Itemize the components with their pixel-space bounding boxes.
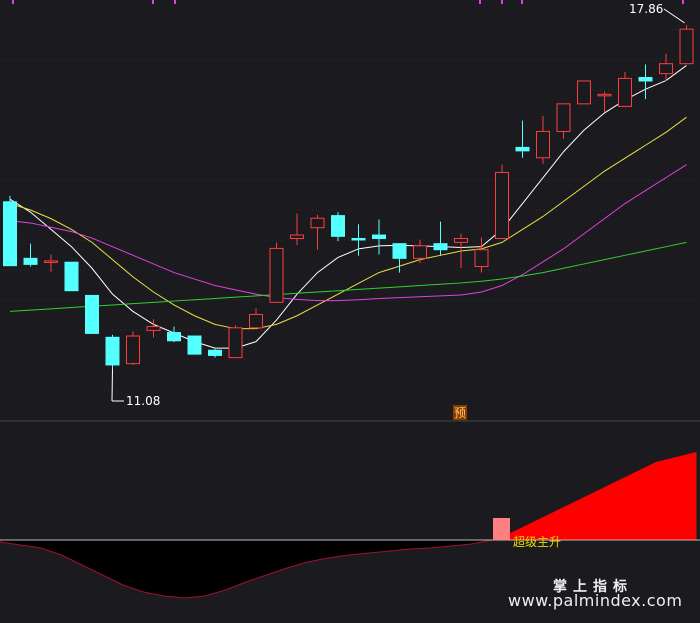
candle-body: [228, 327, 243, 359]
candle-body: [515, 146, 530, 152]
candle-body: [44, 260, 58, 263]
candle-body: [618, 77, 632, 107]
candle-body: [146, 326, 161, 331]
stock-chart: 17.86 11.08 预 超级主升: [0, 0, 700, 623]
candle-body: [249, 313, 263, 329]
pre-marker-label: 预: [454, 406, 466, 420]
high-price-label: 17.86: [629, 2, 663, 16]
low-label-arrow-tip: [111, 368, 113, 402]
candle-body: [3, 201, 17, 267]
candle-body: [269, 247, 284, 303]
signal-label: 超级主升: [513, 534, 561, 549]
candle-body: [495, 171, 509, 239]
candle-body: [105, 336, 120, 366]
candle-body: [536, 130, 550, 159]
candle-body: [331, 215, 345, 237]
candle-body: [597, 93, 612, 97]
candle-body: [392, 243, 407, 259]
candle-body: [310, 217, 325, 229]
candle-body: [290, 234, 304, 239]
candle-body: [208, 349, 222, 356]
candle-body: [433, 243, 448, 251]
watermark-url: www.palmindex.com: [508, 591, 683, 610]
candle-body: [413, 245, 427, 259]
candle-body: [659, 63, 673, 75]
candle-body: [187, 335, 202, 355]
candle-body: [372, 234, 386, 239]
low-price-label: 11.08: [126, 394, 160, 408]
candle-body: [167, 332, 181, 342]
candle-body: [679, 28, 694, 65]
candle-body: [454, 237, 468, 243]
candle-body: [638, 77, 653, 82]
candle-body: [23, 257, 38, 265]
candle-body: [577, 80, 591, 105]
candle-body: [474, 249, 489, 268]
candle-body: [85, 294, 99, 334]
candle-body: [556, 103, 571, 132]
candle-body: [64, 261, 79, 292]
signal-bar: [493, 518, 510, 540]
candle-body: [126, 335, 140, 365]
candle-body: [351, 237, 366, 241]
